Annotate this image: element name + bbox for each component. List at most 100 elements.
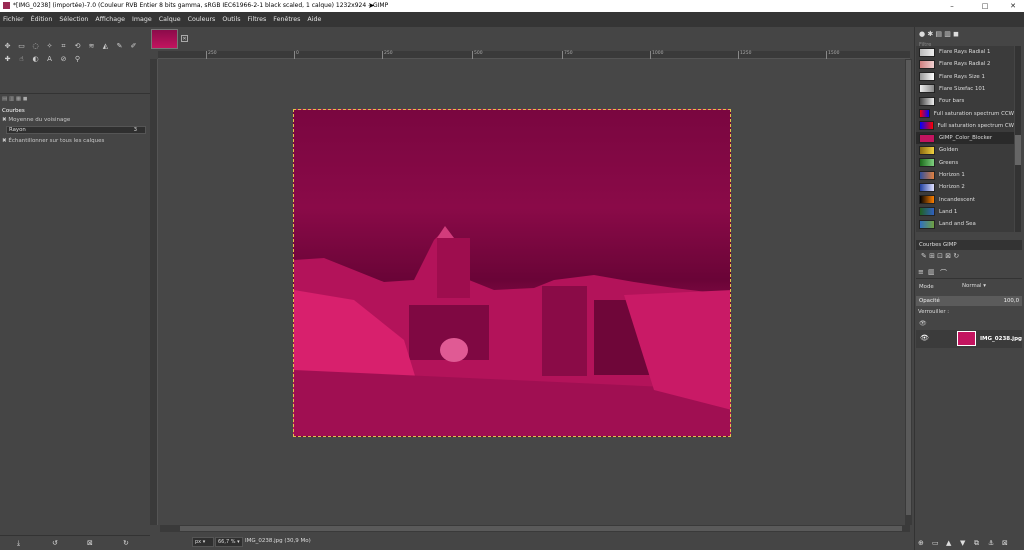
gradient-item[interactable]: Incandescent — [916, 194, 1014, 206]
gradient-list-scroll-thumb[interactable] — [1015, 135, 1021, 165]
warp-icon[interactable]: ≋ — [87, 42, 96, 51]
gradient-list[interactable]: Flare Rays Radial 1 Flare Rays Radial 2 Fl… — [916, 46, 1014, 232]
new-layer-icon[interactable]: ⊕ — [918, 539, 924, 547]
restore-options-icon[interactable]: ↺ — [52, 539, 58, 547]
gradient-item[interactable]: Land 1 — [916, 206, 1014, 218]
gradient-label: Full saturation spectrum CW — [937, 122, 1014, 129]
tab-close-icon[interactable]: ✕ — [181, 35, 188, 42]
maximize-button[interactable]: □ — [975, 0, 995, 12]
title-bar: *[IMG_0238] (importée)-7.0 (Couleur RVB … — [0, 0, 1024, 12]
menu-tools[interactable]: Outils — [222, 16, 240, 23]
delete-layer-icon[interactable]: ⊠ — [1002, 539, 1008, 547]
gradient-item[interactable]: Four bars — [916, 95, 1014, 107]
gradient-swatch — [919, 96, 935, 106]
zoom-select[interactable]: 66,7 % ▾ — [215, 537, 243, 547]
gradient-item[interactable]: Flare Sizefac 101 — [916, 83, 1014, 95]
raise-layer-icon[interactable]: ▲ — [946, 539, 951, 547]
image-tab-thumbnail[interactable] — [151, 29, 178, 49]
close-button[interactable]: ✕ — [1003, 0, 1023, 12]
gradient-item[interactable]: Land and Sea — [916, 218, 1014, 230]
lower-layer-icon[interactable]: ▼ — [960, 539, 965, 547]
gradient-name-field[interactable]: Courbes GIMP — [916, 240, 1022, 250]
gradient-item[interactable]: Flare Rays Radial 2 — [916, 58, 1014, 70]
duplicate-layer-icon[interactable]: ⧉ — [974, 539, 979, 548]
gradient-actions[interactable]: ✎ ⊞ ⊡ ⊠ ↻ — [921, 252, 1021, 262]
menu-windows[interactable]: Fenêtres — [273, 16, 300, 23]
menu-colors[interactable]: Couleurs — [188, 16, 216, 23]
anchor-layer-icon[interactable]: ⚓ — [988, 539, 994, 547]
menu-filters[interactable]: Filtres — [248, 16, 267, 23]
menu-image[interactable]: Image — [132, 16, 152, 23]
channels-tab-icon[interactable]: ▥ — [928, 268, 935, 276]
brush-icon[interactable]: ✐ — [129, 42, 138, 51]
gradient-label: Horizon 2 — [939, 184, 965, 191]
fuzzy-select-icon[interactable]: ✧ — [45, 42, 54, 51]
mode-select[interactable]: Normal ▾ — [962, 283, 998, 292]
gradient-swatch — [919, 158, 935, 168]
pencil-icon[interactable]: ✎ — [115, 42, 124, 51]
gradient-item[interactable]: Horizon 1 — [916, 169, 1014, 181]
ruler-tick: 250 — [382, 51, 393, 59]
vertical-scroll-thumb[interactable] — [906, 60, 911, 515]
menu-file[interactable]: Fichier — [3, 16, 24, 23]
mouse-cursor-icon: ➤ — [368, 1, 375, 10]
radius-spinner[interactable]: Rayon 3 — [6, 126, 146, 134]
gradient-swatch — [919, 84, 935, 94]
tool-options-tabs[interactable]: ▤ ▥ ▦ ◼ — [2, 96, 27, 102]
crop-icon[interactable]: ⌗ — [59, 42, 68, 51]
gradient-swatch — [919, 207, 935, 217]
vertical-ruler — [150, 59, 158, 525]
gradient-item[interactable]: Flare Rays Size 1 — [916, 71, 1014, 83]
delete-options-icon[interactable]: ⊠ — [87, 539, 93, 547]
menu-layer[interactable]: Calque — [159, 16, 181, 23]
bucket-icon[interactable]: ◭ — [101, 42, 110, 51]
gradient-label: Horizon 1 — [939, 172, 965, 178]
gradient-label: Flare Rays Radial 1 — [939, 49, 991, 55]
layer-visibility-eye-icon[interactable]: 👁 — [920, 334, 929, 342]
sample-average-checkbox[interactable]: ✖ Moyenne du voisinage — [2, 117, 70, 123]
text-tool-icon[interactable]: A — [45, 55, 54, 64]
zoom-icon[interactable]: ⚲ — [73, 55, 82, 64]
opacity-slider[interactable]: Opacité 100,0 — [916, 296, 1022, 306]
heal-icon[interactable]: ✚ — [3, 55, 12, 64]
rect-select-icon[interactable]: ▭ — [17, 42, 26, 51]
gradient-item[interactable]: Horizon 2 — [916, 181, 1014, 193]
menu-edit[interactable]: Édition — [31, 16, 53, 23]
menu-select[interactable]: Sélection — [59, 16, 88, 23]
menu-view[interactable]: Affichage — [95, 16, 125, 23]
sample-merged-checkbox[interactable]: ✖ Échantillonner sur tous les calques — [2, 138, 104, 144]
ruler-tick: 750 — [562, 51, 573, 59]
reset-options-icon[interactable]: ↻ — [123, 539, 129, 547]
gradient-item[interactable]: Greens — [916, 157, 1014, 169]
layers-tab-icon[interactable]: ≡ — [918, 268, 924, 276]
horizontal-scroll-thumb[interactable] — [180, 526, 902, 531]
minimize-button[interactable]: – — [942, 0, 962, 12]
save-options-icon[interactable]: ⤓ — [17, 539, 20, 548]
color-picker-icon[interactable]: ⊘ — [59, 55, 68, 64]
menu-help[interactable]: Aide — [307, 16, 321, 23]
window-title: *[IMG_0238] (importée)-7.0 (Couleur RVB … — [13, 2, 389, 9]
transform-icon[interactable]: ⟲ — [73, 42, 82, 51]
gradient-item[interactable]: Golden — [916, 144, 1014, 156]
lasso-icon[interactable]: ◌ — [31, 42, 40, 51]
gimp-window: *[IMG_0238] (importée)-7.0 (Couleur RVB … — [0, 0, 1024, 550]
gradient-item[interactable]: Full saturation spectrum CW — [916, 120, 1014, 132]
image-canvas[interactable] — [293, 109, 731, 437]
smudge-icon[interactable]: ☝ — [17, 55, 26, 64]
layers-dock-tabs[interactable]: ≡ ▥ ⌒ — [916, 266, 1022, 279]
new-group-icon[interactable]: ▭ — [932, 539, 939, 547]
dodge-icon[interactable]: ◐ — [31, 55, 40, 64]
gradient-swatch — [919, 182, 935, 192]
layer-name[interactable]: IMG_0238.jpg — [980, 336, 1022, 342]
dock-tabs[interactable]: ● ✱ ▤ ▥ ◼ — [919, 30, 959, 38]
visibility-header-icon: 👁 — [919, 320, 927, 327]
gradient-item[interactable]: GIMP_Color_Blocker — [916, 132, 1014, 145]
unit-select[interactable]: px ▾ — [192, 537, 214, 547]
move-tool-icon[interactable]: ✥ — [3, 42, 12, 51]
opacity-value: 100,0 — [1003, 298, 1019, 304]
menu-bar: Fichier Édition Sélection Affichage Imag… — [0, 12, 1024, 27]
gradient-swatch — [919, 219, 935, 229]
paths-tab-icon[interactable]: ⌒ — [940, 268, 947, 278]
gradient-item[interactable]: Full saturation spectrum CCW — [916, 108, 1014, 120]
gradient-item[interactable]: Flare Rays Radial 1 — [916, 46, 1014, 58]
